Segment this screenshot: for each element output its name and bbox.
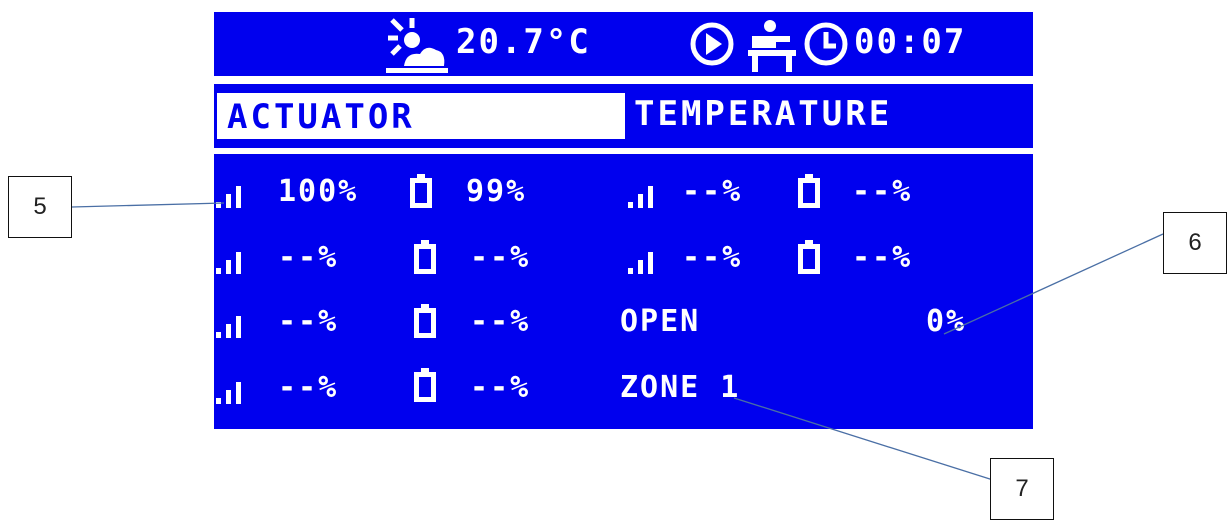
battery-value: --%	[470, 370, 531, 405]
battery-icon	[798, 240, 820, 274]
tab-bar: ACTUATOR TEMPERATURE	[214, 84, 1033, 148]
valve-state: OPEN	[620, 304, 701, 339]
signal-icon	[216, 252, 241, 274]
clock-icon	[804, 22, 848, 66]
presence-person-icon	[748, 20, 796, 72]
clock-time: 00:07	[854, 22, 967, 62]
actuator-panel: 100% 99% --% --% --% --% --% --% --% --%…	[214, 154, 1033, 429]
signal-icon	[216, 186, 241, 208]
callout-5: 5	[8, 176, 72, 238]
signal-value: --%	[682, 174, 743, 209]
callout-6: 6	[1163, 212, 1227, 274]
battery-icon	[414, 240, 436, 274]
tab-temperature[interactable]: TEMPERATURE	[634, 94, 892, 134]
signal-icon	[628, 252, 653, 274]
weather-sun-cloud-icon	[386, 18, 448, 73]
status-bar: 20.7°C 00:07	[214, 12, 1033, 76]
divider	[214, 76, 1033, 84]
signal-value: --%	[278, 370, 339, 405]
signal-icon	[216, 382, 241, 404]
callout-7: 7	[990, 458, 1054, 520]
signal-icon	[628, 186, 653, 208]
battery-icon	[414, 368, 436, 402]
tab-actuator-label: ACTUATOR	[227, 97, 415, 137]
valve-opening: 0%	[926, 304, 967, 339]
signal-icon	[216, 316, 241, 338]
play-icon	[690, 22, 734, 66]
signal-value: --%	[278, 304, 339, 339]
battery-icon	[410, 174, 432, 208]
battery-value: --%	[470, 304, 531, 339]
battery-value: 99%	[466, 174, 527, 209]
battery-icon	[798, 174, 820, 208]
battery-icon	[414, 304, 436, 338]
battery-value: --%	[852, 174, 913, 209]
signal-value: 100%	[278, 174, 359, 209]
battery-value: --%	[470, 240, 531, 275]
battery-value: --%	[852, 240, 913, 275]
signal-value: --%	[682, 240, 743, 275]
signal-value: --%	[278, 240, 339, 275]
tab-actuator[interactable]: ACTUATOR	[214, 90, 628, 142]
outside-temperature: 20.7°C	[456, 22, 591, 62]
zone-name: ZONE 1	[620, 370, 741, 405]
